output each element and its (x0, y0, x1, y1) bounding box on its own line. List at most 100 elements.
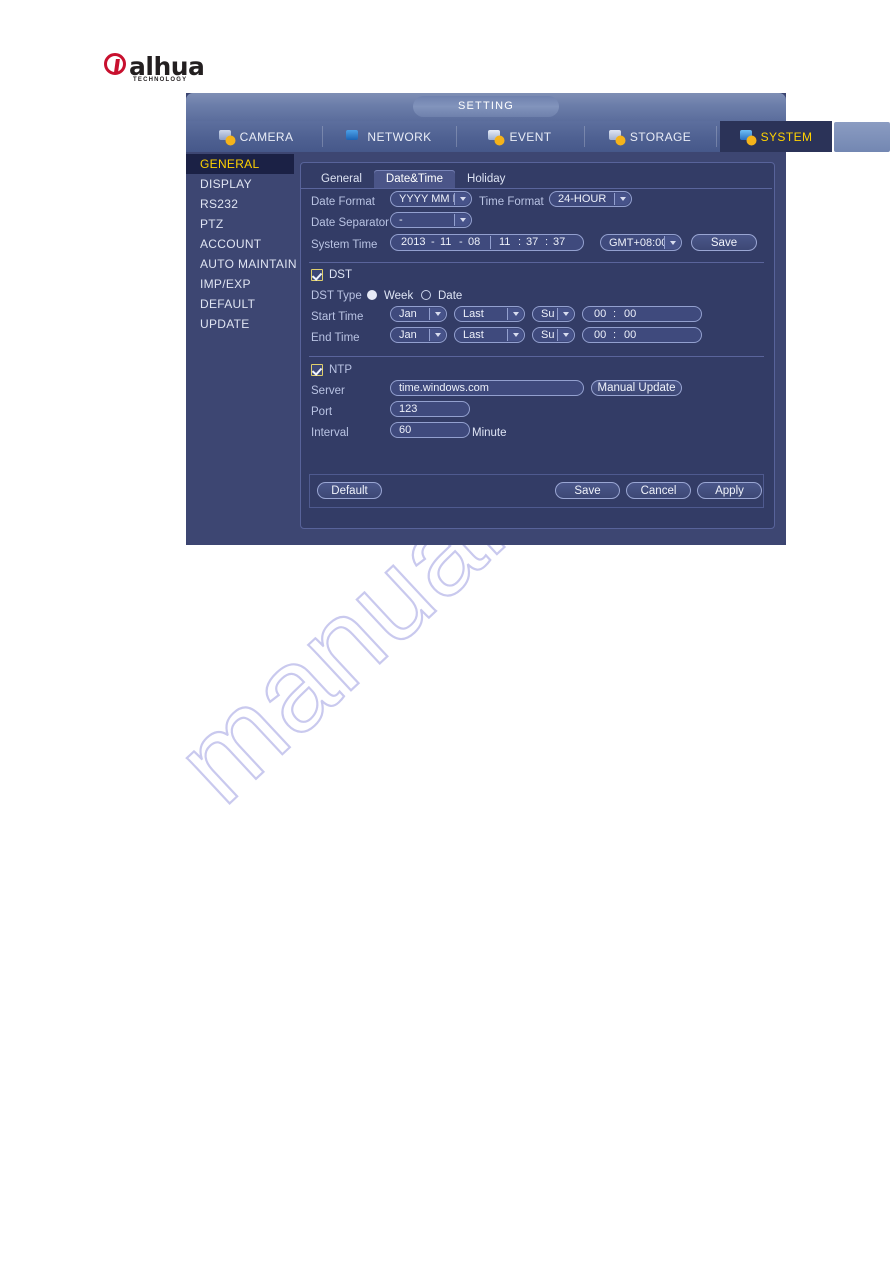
time-format-select[interactable]: 24-HOUR (549, 191, 632, 207)
system-time-sep2: - (459, 236, 463, 248)
date-separator-select[interactable]: - (390, 212, 472, 228)
sidebar-item-imp-exp[interactable]: IMP/EXP (186, 274, 294, 294)
subtab-general[interactable]: General (309, 170, 374, 189)
sidebar-item-account[interactable]: ACCOUNT (186, 234, 294, 254)
chevron-down-icon[interactable] (507, 308, 523, 320)
sub-tabstrip: General Date&Time Holiday (309, 169, 517, 189)
dst-end-week-select[interactable]: Last (454, 327, 525, 343)
ntp-interval-label: Interval (311, 427, 349, 439)
tab-system[interactable]: SYSTEM (720, 121, 832, 152)
dst-end-weekday-select[interactable]: Su (532, 327, 575, 343)
dst-end-weekday-value: Su (541, 329, 555, 341)
system-time-colon2: : (545, 236, 549, 248)
chevron-down-icon[interactable] (664, 236, 680, 249)
chevron-down-icon[interactable] (454, 214, 470, 226)
system-time-day: 08 (468, 236, 481, 248)
dst-type-week-radio[interactable] (367, 290, 377, 300)
manual-update-button[interactable]: Manual Update (591, 380, 682, 396)
date-time-form: Date Format YYYY MM DD Time Format 24-HO… (301, 189, 774, 527)
dst-start-month-select[interactable]: Jan (390, 306, 447, 322)
sidebar-item-rs232[interactable]: RS232 (186, 194, 294, 214)
system-time-month: 11 (440, 236, 452, 248)
sidebar-item-ptz[interactable]: PTZ (186, 214, 294, 234)
ntp-interval-input[interactable]: 60 (390, 422, 470, 438)
system-time-save-button[interactable]: Save (691, 234, 757, 251)
tab-storage-label: STORAGE (629, 129, 692, 144)
storage-icon (608, 129, 624, 144)
timezone-value: GMT+08:00 (609, 236, 668, 249)
tab-separator (584, 126, 585, 147)
dst-start-time-label: Start Time (311, 311, 364, 323)
dst-end-month-value: Jan (399, 329, 417, 341)
dst-start-month-value: Jan (399, 308, 417, 320)
sidebar: GENERAL DISPLAY RS232 PTZ ACCOUNT AUTO M… (186, 154, 296, 534)
main-tabstrip: CAMERA NETWORK EVENT STORAGE SYSTEM (186, 121, 890, 152)
chevron-down-icon[interactable] (429, 308, 445, 320)
ntp-server-value: time.windows.com (399, 381, 489, 394)
logo-tagline: TECHNOLOGY (133, 77, 188, 83)
chevron-down-icon[interactable] (614, 193, 630, 205)
dst-checkbox[interactable] (311, 269, 323, 281)
chevron-down-icon[interactable] (557, 308, 573, 320)
logo-mark-icon (104, 53, 126, 75)
system-time-sep1: - (431, 236, 435, 248)
sidebar-item-general[interactable]: GENERAL (186, 154, 294, 174)
ntp-server-input[interactable]: time.windows.com (390, 380, 584, 396)
ntp-server-label: Server (311, 385, 345, 397)
tab-separator (322, 126, 323, 147)
sidebar-item-update[interactable]: UPDATE (186, 314, 294, 334)
tab-empty-slot (834, 122, 890, 152)
window-title: SETTING (413, 96, 559, 117)
tab-separator (716, 126, 717, 147)
save-button[interactable]: Save (555, 482, 620, 499)
dst-end-month-select[interactable]: Jan (390, 327, 447, 343)
timezone-select[interactable]: GMT+08:00 (600, 234, 682, 251)
chevron-down-icon[interactable] (507, 329, 523, 341)
tab-camera[interactable]: CAMERA (194, 121, 318, 152)
tab-event[interactable]: EVENT (460, 121, 580, 152)
dst-end-week-value: Last (463, 329, 484, 341)
ntp-port-value: 123 (399, 402, 418, 415)
setting-window: SETTING CAMERA NETWORK EVENT STORAGE SYS… (186, 93, 890, 545)
apply-button[interactable]: Apply (697, 482, 762, 499)
dst-type-label: DST Type (311, 290, 362, 302)
dst-type-date-radio[interactable] (421, 290, 431, 300)
tab-network[interactable]: NETWORK (326, 121, 452, 152)
dst-start-week-select[interactable]: Last (454, 306, 525, 322)
sidebar-item-auto-maintain[interactable]: AUTO MAINTAIN (186, 254, 296, 274)
dst-start-colon: : (613, 307, 617, 320)
event-icon (488, 129, 504, 144)
system-time-hour: 11 (499, 236, 511, 248)
dst-end-hour: 00 (594, 328, 607, 341)
system-time-minute: 37 (526, 236, 539, 248)
dst-end-time-label: End Time (311, 332, 360, 344)
date-format-select[interactable]: YYYY MM DD (390, 191, 472, 207)
chevron-down-icon[interactable] (454, 193, 470, 205)
dst-start-weekday-select[interactable]: Su (532, 306, 575, 322)
subtab-date-time[interactable]: Date&Time (373, 170, 456, 189)
dst-end-time-field[interactable]: 00 : 00 (582, 327, 702, 343)
system-time-second: 37 (553, 236, 566, 248)
chevron-down-icon[interactable] (429, 329, 445, 341)
default-button[interactable]: Default (317, 482, 382, 499)
dst-section-divider (309, 262, 764, 263)
sidebar-item-display[interactable]: DISPLAY (186, 174, 294, 194)
sidebar-item-default[interactable]: DEFAULT (186, 294, 294, 314)
system-time-colon1: : (518, 236, 522, 248)
cancel-button[interactable]: Cancel (626, 482, 691, 499)
dst-start-hour: 00 (594, 307, 607, 320)
ntp-label: NTP (329, 364, 352, 376)
date-format-label: Date Format (311, 196, 375, 208)
dst-start-time-field[interactable]: 00 : 00 (582, 306, 702, 322)
chevron-down-icon[interactable] (557, 329, 573, 341)
subtab-holiday[interactable]: Holiday (455, 170, 517, 189)
ntp-port-label: Port (311, 406, 333, 418)
tab-separator (456, 126, 457, 147)
tab-system-label: SYSTEM (760, 129, 813, 144)
dst-end-colon: : (613, 328, 617, 341)
tab-storage[interactable]: STORAGE (588, 121, 712, 152)
ntp-checkbox[interactable] (311, 364, 323, 376)
dst-start-minute: 00 (624, 307, 637, 320)
ntp-port-input[interactable]: 123 (390, 401, 470, 417)
system-time-field[interactable]: 2013 - 11 - 08 11 : 37 : 37 (390, 234, 584, 251)
